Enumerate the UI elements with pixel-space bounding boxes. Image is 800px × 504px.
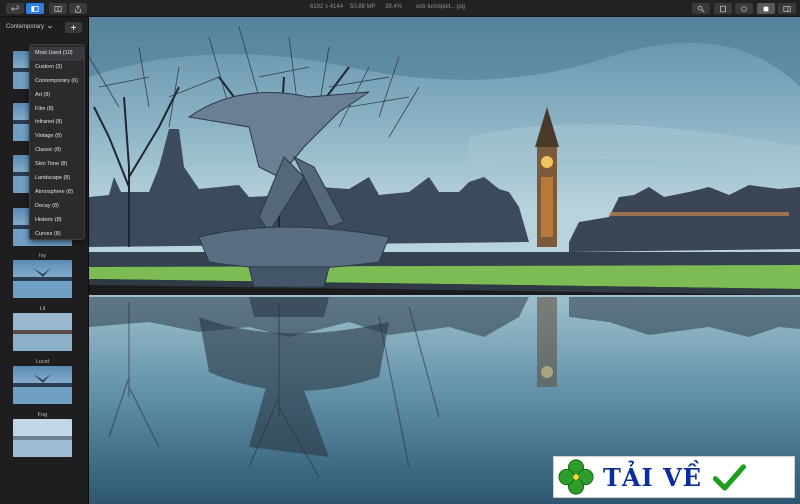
menu-item-infrared[interactable]: Infrared (8): [30, 116, 84, 130]
sidebar-toggle-button[interactable]: [26, 3, 44, 14]
menu-item-vintage[interactable]: Vintage (8): [30, 130, 84, 144]
preset-item-ivy[interactable]: Ivy: [13, 252, 72, 298]
tai-ve-watermark: TẢI VỀ: [553, 456, 795, 498]
watermark-text: TẢI VỀ: [603, 462, 702, 492]
adjust-icon: [763, 6, 769, 11]
menu-item-skin-tone[interactable]: Skin Tone (8): [30, 158, 84, 172]
preset-item-lil[interactable]: Lil: [13, 305, 72, 351]
share-button[interactable]: [69, 3, 87, 14]
menu-item-contemporary[interactable]: Contemporary (6): [30, 75, 84, 89]
layers-icon: [720, 5, 726, 12]
menu-item-curves[interactable]: Curves (8): [30, 228, 84, 242]
menu-item-art[interactable]: Art (8): [30, 89, 84, 103]
compare-icon: [54, 5, 62, 12]
sidebar-icon: [31, 5, 39, 12]
clover-icon: [558, 459, 594, 495]
zoom-button[interactable]: [692, 3, 710, 14]
menu-item-landscape[interactable]: Landscape (8): [30, 172, 84, 186]
share-icon: [75, 4, 81, 13]
mask-button[interactable]: [735, 3, 753, 14]
menu-item-film[interactable]: Film (8): [30, 103, 84, 117]
preset-category-label: Contemporary: [6, 24, 45, 30]
menu-item-most-used[interactable]: Most Used (10): [30, 47, 84, 61]
preset-item-lucid[interactable]: Lucid: [13, 358, 72, 404]
checkmark-icon: [712, 464, 746, 491]
photo-canvas[interactable]: [89, 17, 800, 504]
undo-button[interactable]: [6, 3, 24, 14]
menu-item-custom[interactable]: Custom (3): [30, 61, 84, 75]
preset-category-menu: Most Used (10) Custom (3) Contemporary (…: [29, 44, 85, 240]
zoom-level: 39.4%: [385, 4, 403, 10]
preset-thumbnail: [13, 313, 72, 351]
photo: [89, 17, 800, 504]
add-preset-button[interactable]: [65, 22, 82, 33]
presets-header: Contemporary: [0, 17, 88, 39]
undo-icon: [11, 4, 19, 11]
preset-label: Lucid: [35, 359, 50, 365]
image-megapixels: 50.88 MP: [350, 4, 376, 10]
compare-button[interactable]: [49, 3, 67, 14]
image-dimensions: 6192 x 4144: [310, 4, 344, 10]
menu-item-classic[interactable]: Classic (8): [30, 144, 84, 158]
chevron-down-icon: [47, 25, 53, 29]
layers-button[interactable]: [714, 3, 732, 14]
panel-icon: [783, 5, 791, 12]
panel-toggle-button[interactable]: [778, 3, 796, 14]
preset-thumbnail: [13, 260, 72, 298]
preset-item-fog[interactable]: Fog: [13, 411, 72, 457]
menu-item-decay[interactable]: Decay (8): [30, 200, 84, 214]
adjust-button[interactable]: [757, 3, 775, 14]
menu-item-historic[interactable]: Historic (8): [30, 214, 84, 228]
menu-item-atmosphere[interactable]: Atmosphere (8): [30, 186, 84, 200]
preset-category-select[interactable]: Contemporary: [6, 24, 53, 30]
magnifier-icon: [697, 5, 705, 12]
plus-icon: [71, 25, 76, 30]
preset-thumbnail: [13, 419, 72, 457]
file-name: wdr-lumdpiet....jpg: [416, 4, 466, 10]
top-toolbar: 6192 x 4144 50.88 MP 39.4% wdr-lumdpiet.…: [0, 0, 800, 17]
preset-label: Ivy: [38, 253, 47, 259]
preset-thumbnail: [13, 366, 72, 404]
circle-icon: [741, 5, 747, 12]
preset-label: Lil: [39, 306, 46, 312]
preset-label: Fog: [37, 412, 48, 418]
